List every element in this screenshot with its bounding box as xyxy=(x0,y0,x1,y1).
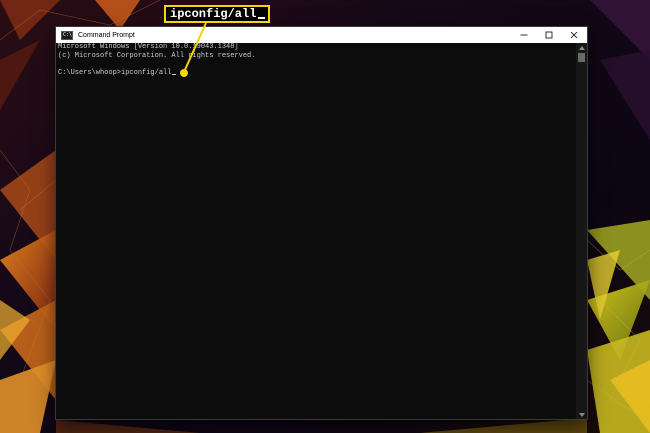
text-cursor xyxy=(172,74,177,75)
vertical-scrollbar[interactable] xyxy=(576,43,587,419)
title-bar[interactable]: C:\ Command Prompt xyxy=(56,27,587,43)
command-prompt-path: C:\Users\whoop> xyxy=(58,69,122,77)
command-prompt-window[interactable]: C:\ Command Prompt Microsoft Windows [Ve… xyxy=(56,27,587,419)
chevron-down-icon xyxy=(578,412,585,417)
close-icon xyxy=(570,31,578,39)
console-output[interactable]: Microsoft Windows [Version 10.0.19043.13… xyxy=(56,43,576,419)
scroll-up-button[interactable] xyxy=(576,43,587,52)
maximize-button[interactable] xyxy=(536,27,562,43)
desktop: C:\ Command Prompt Microsoft Windows [Ve… xyxy=(0,0,650,433)
close-button[interactable] xyxy=(561,27,587,43)
console-input-line[interactable]: C:\Users\whoop>ipconfig/all xyxy=(58,69,177,78)
console-copyright-line: (c) Microsoft Corporation. All rights re… xyxy=(58,52,256,60)
command-prompt-icon: C:\ xyxy=(61,30,73,40)
callout-cursor xyxy=(258,17,266,19)
minimize-button[interactable] xyxy=(511,27,537,43)
scroll-down-button[interactable] xyxy=(576,410,587,419)
console-version-line: Microsoft Windows [Version 10.0.19043.13… xyxy=(58,43,239,51)
scroll-thumb[interactable] xyxy=(578,53,585,62)
maximize-icon xyxy=(545,31,553,39)
typed-command: ipconfig/all xyxy=(121,69,172,77)
command-callout: ipconfig/all xyxy=(164,5,271,23)
callout-text: ipconfig/all xyxy=(170,7,257,21)
window-title: Command Prompt xyxy=(78,31,135,39)
chevron-up-icon xyxy=(578,45,585,50)
minimize-icon xyxy=(520,34,528,36)
